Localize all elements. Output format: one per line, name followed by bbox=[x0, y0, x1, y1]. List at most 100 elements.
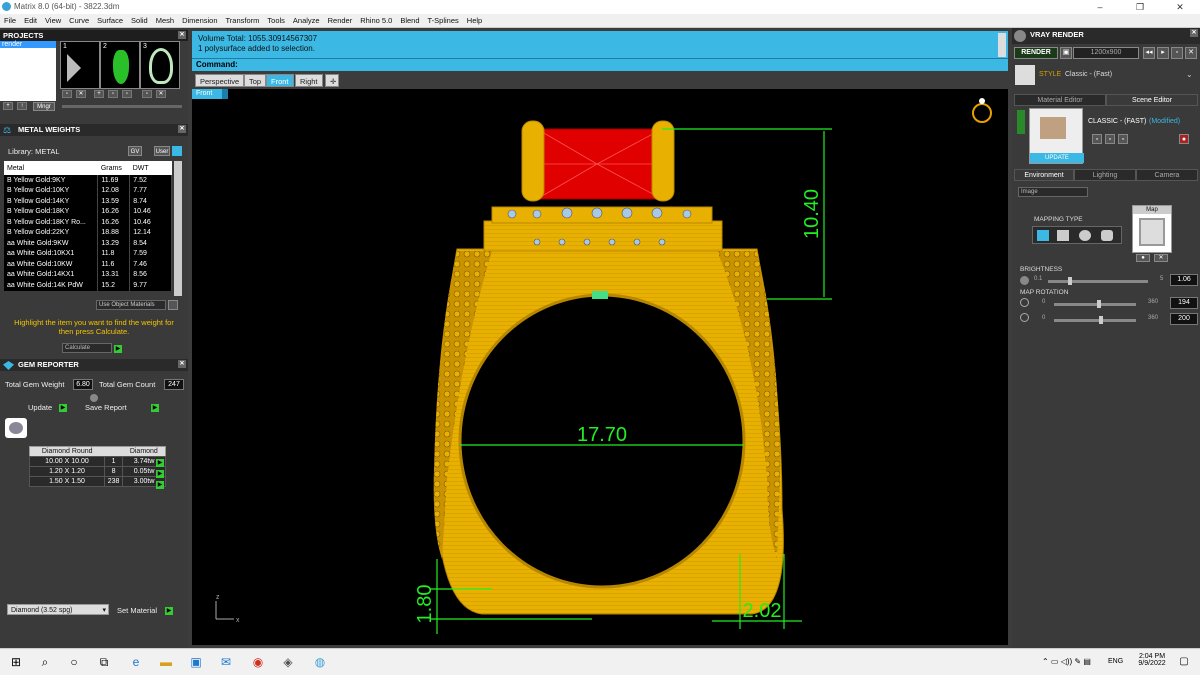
set-material-button[interactable]: Set Material bbox=[117, 606, 157, 615]
table-row[interactable]: B Yellow Gold:10KY 12.08 7.77 bbox=[4, 185, 172, 196]
rhino-icon[interactable]: ◈ bbox=[280, 654, 296, 670]
menu-analyze[interactable]: Analyze bbox=[289, 14, 324, 28]
chevron-down-icon[interactable]: ⌄ bbox=[1186, 70, 1193, 79]
brightness-slider[interactable] bbox=[1048, 277, 1148, 285]
table-row[interactable]: 1.50 X 1.50 238 3.00tw bbox=[29, 476, 166, 487]
table-row[interactable]: aa White Gold:14KX1 13.31 8.56 bbox=[4, 269, 172, 280]
thumb-close-icon[interactable]: ✕ bbox=[76, 90, 86, 98]
rewind-icon[interactable]: ◂◂ bbox=[1143, 47, 1155, 59]
menu-mesh[interactable]: Mesh bbox=[152, 14, 178, 28]
close-button[interactable]: ✕ bbox=[1160, 0, 1200, 14]
thumbnail-2[interactable]: 2 bbox=[100, 41, 140, 89]
task-view-icon[interactable]: ⧉ bbox=[96, 654, 112, 670]
menu-curve[interactable]: Curve bbox=[65, 14, 93, 28]
rotation-knob[interactable] bbox=[1097, 300, 1101, 308]
menu-tools[interactable]: Tools bbox=[263, 14, 289, 28]
paste-icon[interactable]: ▫ bbox=[1118, 134, 1128, 144]
set-material-go-icon[interactable]: ▶ bbox=[165, 605, 173, 615]
table-row[interactable]: B Yellow Gold:14KY 13.59 8.74 bbox=[4, 196, 172, 207]
menu-edit[interactable]: Edit bbox=[20, 14, 41, 28]
table-row[interactable]: aa White Gold:14K PdW 15.2 9.77 bbox=[4, 280, 172, 291]
menu-render[interactable]: Render bbox=[324, 14, 357, 28]
table-row[interactable]: aa White Gold:9KW 13.29 8.54 bbox=[4, 238, 172, 249]
table-row[interactable]: B Yellow Gold:18KY 16.26 10.46 bbox=[4, 206, 172, 217]
thumbnail-3[interactable]: 3 bbox=[140, 41, 180, 89]
row-go-icon[interactable]: ▶ bbox=[156, 457, 164, 467]
projects-list[interactable]: render bbox=[0, 41, 56, 101]
delete-icon[interactable]: ● bbox=[1179, 134, 1189, 144]
close-icon[interactable]: ✕ bbox=[1185, 47, 1197, 59]
update-button[interactable]: Update bbox=[28, 403, 52, 412]
map-clear-icon[interactable]: ✕ bbox=[1154, 254, 1168, 262]
tilt-value[interactable]: 200 bbox=[1170, 313, 1198, 325]
mail-icon[interactable]: ✉ bbox=[218, 654, 234, 670]
project-item[interactable]: render bbox=[0, 41, 56, 48]
use-object-checkbox[interactable] bbox=[168, 300, 178, 310]
menu-transform[interactable]: Transform bbox=[222, 14, 264, 28]
windows-start-icon[interactable]: ⊞ bbox=[8, 654, 24, 670]
collapse-handle[interactable] bbox=[1017, 110, 1025, 134]
thumbnail-1[interactable]: 1 bbox=[60, 41, 100, 89]
file-explorer-icon[interactable]: ▬ bbox=[158, 654, 174, 670]
map-load-icon[interactable]: ● bbox=[1136, 254, 1150, 262]
table-row[interactable]: B Yellow Gold:22KY 18.88 12.14 bbox=[4, 227, 172, 238]
library-gv-button[interactable]: GV bbox=[128, 146, 142, 156]
play-icon[interactable]: ▸ bbox=[1157, 47, 1169, 59]
add-project-icon[interactable]: + bbox=[3, 102, 13, 110]
thumb-tool-icon[interactable]: ▫ bbox=[62, 90, 72, 98]
menu-dimension[interactable]: Dimension bbox=[178, 14, 221, 28]
minimize-button[interactable]: – bbox=[1080, 0, 1120, 14]
resolution-field[interactable]: 1200x900 bbox=[1073, 47, 1139, 59]
close-icon[interactable]: ✕ bbox=[178, 360, 186, 368]
tab-environment[interactable]: Environment bbox=[1014, 169, 1074, 181]
map-preview[interactable]: Map bbox=[1132, 205, 1172, 253]
store-icon[interactable]: ▣ bbox=[188, 654, 204, 670]
save-report-button[interactable]: Save Report bbox=[85, 403, 127, 412]
thumb-tool-icon[interactable]: ▫ bbox=[108, 90, 118, 98]
tilt-knob[interactable] bbox=[1099, 316, 1103, 324]
table-row[interactable]: B Yellow Gold:9KY 11.69 7.52 bbox=[4, 175, 172, 186]
close-icon[interactable]: ✕ bbox=[1190, 29, 1198, 37]
update-button[interactable]: UPDATE bbox=[1030, 153, 1084, 163]
rotation-slider[interactable] bbox=[1054, 300, 1136, 308]
mapping-dome-icon[interactable] bbox=[1101, 230, 1113, 241]
tab-lighting[interactable]: Lighting bbox=[1074, 169, 1136, 181]
mapping-box-icon[interactable] bbox=[1057, 230, 1069, 241]
tab-right[interactable]: Right bbox=[295, 74, 323, 87]
column-dwt[interactable]: DWT bbox=[129, 161, 172, 175]
tab-scene-editor[interactable]: Scene Editor bbox=[1106, 94, 1198, 106]
tilt-slider[interactable] bbox=[1054, 316, 1136, 324]
thumb-scrollbar[interactable] bbox=[62, 105, 182, 108]
tab-camera[interactable]: Camera bbox=[1136, 169, 1198, 181]
close-icon[interactable]: ✕ bbox=[178, 125, 186, 133]
tab-front[interactable]: Front bbox=[266, 74, 294, 87]
language-indicator[interactable]: ENG bbox=[1108, 658, 1123, 665]
command-scrollbar[interactable] bbox=[998, 33, 1006, 57]
table-row[interactable]: 1.20 X 1.20 8 0.05tw bbox=[29, 466, 166, 477]
notifications-icon[interactable]: ▢ bbox=[1176, 654, 1192, 670]
tab-top[interactable]: Top bbox=[244, 74, 267, 87]
menu-solid[interactable]: Solid bbox=[127, 14, 152, 28]
material-select[interactable]: Diamond (3.52 spg) ▾ bbox=[7, 604, 109, 615]
up-arrow-icon[interactable]: ↑ bbox=[17, 102, 27, 110]
preset-preview[interactable]: UPDATE bbox=[1029, 108, 1084, 164]
menu-file[interactable]: File bbox=[0, 14, 20, 28]
row-go-icon[interactable]: ▶ bbox=[156, 479, 164, 489]
brightness-knob[interactable] bbox=[1068, 277, 1072, 285]
table-row[interactable]: aa White Gold:10KX1 11.8 7.59 bbox=[4, 248, 172, 259]
calculate-button[interactable]: Calculate bbox=[62, 343, 112, 353]
menu-view[interactable]: View bbox=[41, 14, 65, 28]
row-go-icon[interactable]: ▶ bbox=[156, 468, 164, 478]
thumb-add-icon[interactable]: + bbox=[94, 90, 104, 98]
manager-button[interactable]: Mngr bbox=[33, 102, 55, 111]
maximize-button[interactable]: ❐ bbox=[1120, 0, 1160, 14]
cortana-icon[interactable]: ○ bbox=[66, 654, 82, 670]
chrome-icon[interactable]: ◉ bbox=[250, 654, 266, 670]
command-line[interactable]: Command: bbox=[192, 58, 1008, 71]
menu-rhino[interactable]: Rhino 5.0 bbox=[356, 14, 396, 28]
thumb-tool-icon[interactable]: ▫ bbox=[142, 90, 152, 98]
tray-icons[interactable]: ⌃ ▭ ◁)) ✎ ▤ bbox=[1042, 657, 1091, 666]
add-tab-icon[interactable]: ✛ bbox=[325, 74, 339, 87]
column-grams[interactable]: Grams bbox=[97, 161, 130, 175]
table-row[interactable]: B Yellow Gold:18KY Ro... 16.26 10.46 bbox=[4, 217, 172, 228]
